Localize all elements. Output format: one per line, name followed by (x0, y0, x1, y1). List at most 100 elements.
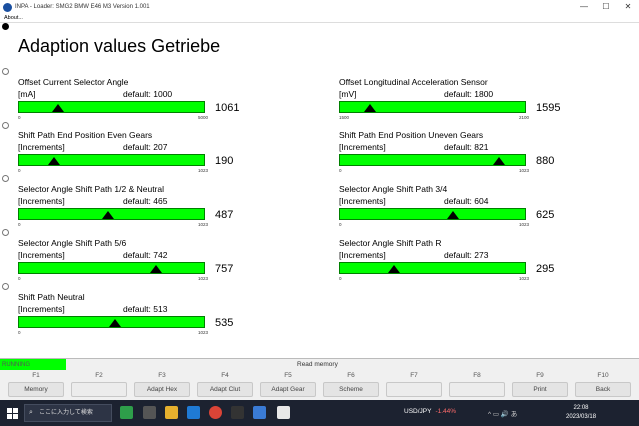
fkey-label: F5 (284, 372, 292, 379)
gauge-value: 625 (536, 209, 555, 221)
gauge-bar (18, 101, 205, 113)
fkey-label: F1 (32, 372, 40, 379)
gauge-value: 190 (215, 155, 234, 167)
system-tray[interactable]: ^ ▭ 🔊 あ (488, 408, 517, 418)
gauge-bar (339, 208, 526, 220)
gauge-default: default: 465 (123, 196, 168, 206)
fkey-f8: F8 (449, 370, 505, 397)
f7-button[interactable] (386, 382, 442, 397)
gauge-offset-current-selector-angle: Offset Current Selector Angle [mA] defau… (18, 77, 258, 133)
fkey-f5: F5 Adapt Gear (260, 370, 316, 397)
gauge-marker (109, 319, 122, 327)
inpa-taskbar-icon[interactable] (277, 406, 290, 419)
windows-start-icon[interactable] (7, 408, 18, 419)
fkey-f2: F2 (71, 370, 127, 397)
fkey-label: F2 (95, 372, 103, 379)
menu-bar: About... (0, 14, 639, 22)
gauge-max: 1023 (519, 222, 530, 227)
gauge-name: Shift Path End Position Uneven Gears (339, 130, 484, 140)
scheme-button[interactable]: Scheme (323, 382, 379, 397)
gauge-unit: [Increments] (339, 196, 386, 206)
function-key-bar: F1 Memory F2 F3 Adapt Hex F4 Adapt Clut … (0, 370, 639, 400)
fkey-label: F4 (221, 372, 229, 379)
menu-about[interactable]: About... (4, 15, 23, 21)
gauge-default: default: 1800 (444, 89, 494, 99)
f8-button[interactable] (449, 382, 505, 397)
gauge-marker (101, 211, 114, 219)
gauge-min: 0 (18, 276, 21, 281)
radio-indicator (2, 122, 9, 129)
gauge-unit: [mV] (339, 89, 357, 99)
app-icon[interactable] (231, 406, 244, 419)
gauge-bar (339, 262, 526, 274)
gauge-value: 535 (215, 317, 234, 329)
fkey-label: F10 (597, 372, 609, 379)
gauge-unit: [Increments] (18, 304, 65, 314)
gauge-selector-angle-r: Selector Angle Shift Path R [Increments]… (339, 238, 579, 294)
radio-indicator (2, 23, 9, 30)
recycle-icon[interactable] (120, 406, 133, 419)
gauge-selector-angle-34: Selector Angle Shift Path 3/4 [Increment… (339, 184, 579, 240)
print-button[interactable]: Print (512, 382, 568, 397)
memory-button[interactable]: Memory (8, 382, 64, 397)
window-title: INPA - Loader: SMG2 BMW E46 M3 Version 1… (15, 4, 150, 10)
gauge-default: default: 207 (123, 142, 168, 152)
gauge-marker (363, 104, 376, 112)
file-explorer-icon[interactable] (165, 406, 178, 419)
taskbar-search-input[interactable]: ⌕ ここに入力して検索 (24, 404, 112, 422)
gauge-shift-path-neutral: Shift Path Neutral [Increments] default:… (18, 292, 258, 348)
gauge-unit: [Increments] (18, 196, 65, 206)
chrome-icon[interactable] (209, 406, 222, 419)
gauge-min: 1500 (339, 115, 350, 120)
gauge-min: 0 (18, 168, 21, 173)
gauge-min: 0 (339, 168, 342, 173)
gauge-min: 0 (339, 276, 342, 281)
status-bar: RUNNING Read memory (0, 358, 639, 371)
fkey-f4: F4 Adapt Clut (197, 370, 253, 397)
gauge-min: 0 (18, 330, 21, 335)
f2-button[interactable] (71, 382, 127, 397)
gauge-offset-longitudinal-acceleration: Offset Longitudinal Acceleration Sensor … (339, 77, 579, 133)
close-button[interactable]: ✕ (617, 0, 639, 14)
gauge-selector-angle-56: Selector Angle Shift Path 5/6 [Increment… (18, 238, 258, 294)
gauge-shift-path-end-uneven: Shift Path End Position Uneven Gears [In… (339, 130, 579, 186)
gauge-min: 0 (339, 222, 342, 227)
maximize-button[interactable]: ☐ (595, 0, 617, 14)
gauge-max: 1023 (198, 222, 209, 227)
gauge-max: 1023 (198, 276, 209, 281)
fkey-label: F7 (410, 372, 418, 379)
radio-indicator (2, 175, 9, 182)
clock[interactable]: 22:08 2023/03/18 (566, 404, 596, 422)
adapt-clut-button[interactable]: Adapt Clut (197, 382, 253, 397)
gauge-unit: [mA] (18, 89, 36, 99)
inpa-app-icon (3, 2, 12, 12)
gauge-marker (493, 157, 506, 165)
gauge-default: default: 604 (444, 196, 489, 206)
minimize-button[interactable]: — (573, 0, 595, 14)
gauge-default: default: 742 (123, 250, 168, 260)
gauge-name: Offset Current Selector Angle (18, 77, 129, 87)
gauge-name: Selector Angle Shift Path 3/4 (339, 184, 448, 194)
task-view-icon[interactable] (143, 406, 156, 419)
fkey-f10: F10 Back (575, 370, 631, 397)
stock-ticker[interactable]: USD/JPY -1.44% (404, 408, 456, 415)
gauge-max: 1023 (519, 168, 530, 173)
clock-time: 22:08 (573, 405, 589, 411)
fkey-label: F8 (473, 372, 481, 379)
gauge-bar (18, 316, 205, 328)
fkey-f7: F7 (386, 370, 442, 397)
back-button[interactable]: Back (575, 382, 631, 397)
gauge-min: 0 (18, 115, 21, 120)
gauge-bar (18, 208, 205, 220)
search-icon: ⌕ (29, 409, 33, 416)
gauge-default: default: 1000 (123, 89, 173, 99)
adapt-hex-button[interactable]: Adapt Hex (134, 382, 190, 397)
fkey-f1: F1 Memory (8, 370, 64, 397)
app-icon[interactable] (253, 406, 266, 419)
mail-icon[interactable] (187, 406, 200, 419)
fkey-label: F6 (347, 372, 355, 379)
fkey-f9: F9 Print (512, 370, 568, 397)
gauge-min: 0 (18, 222, 21, 227)
adapt-gear-button[interactable]: Adapt Gear (260, 382, 316, 397)
gauge-unit: [Increments] (18, 250, 65, 260)
